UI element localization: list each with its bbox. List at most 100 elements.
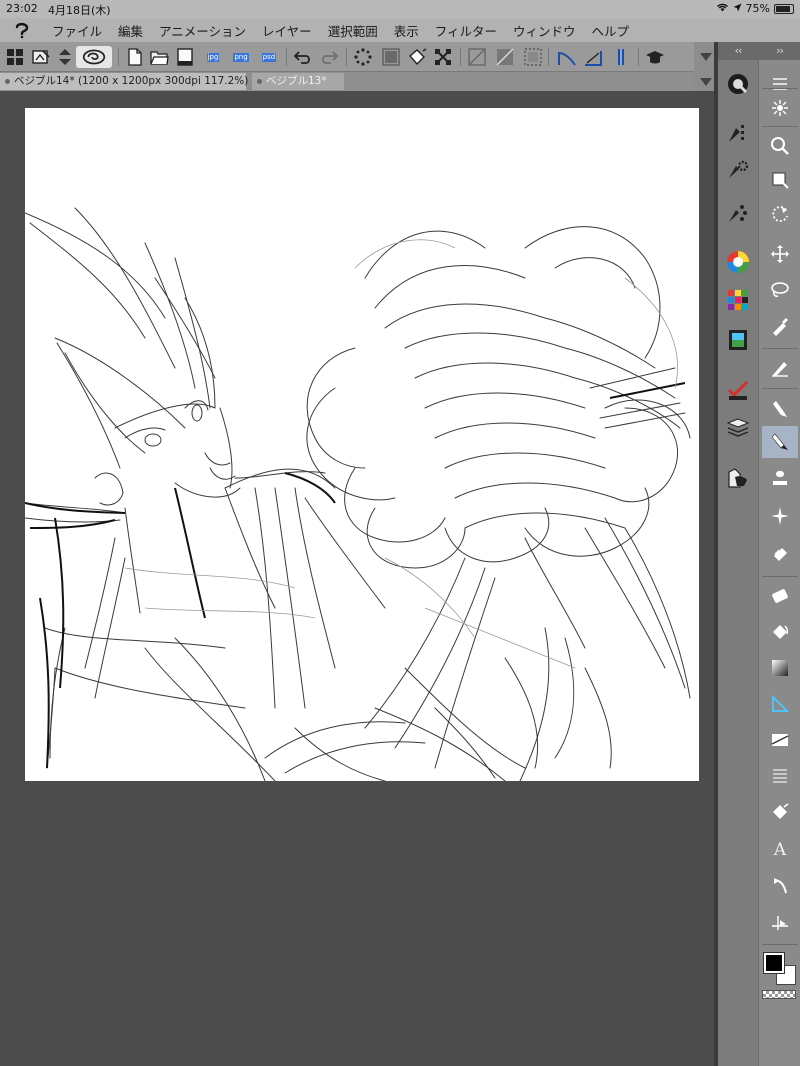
menu-file[interactable]: ファイル [44,21,110,40]
tab-modified-dot [5,79,10,84]
tutorial-icon[interactable] [644,46,666,68]
open-folder-icon[interactable] [148,46,170,68]
tool-fill-icon[interactable] [762,616,798,648]
tool-text-icon[interactable]: A [762,834,798,866]
text-tool-glyph: A [773,840,787,860]
menu-animation[interactable]: アニメーション [151,21,254,40]
layers-icon[interactable] [724,414,752,442]
status-right: 75% [716,2,794,15]
tool-correct-line-icon[interactable] [762,906,798,938]
material-icon[interactable] [724,464,752,492]
export-jpg-label: jpg [206,52,220,62]
menu-selection[interactable]: 選択範囲 [320,21,386,40]
tool-ruler-icon[interactable] [762,760,798,792]
menu-edit[interactable]: 編集 [110,21,151,40]
transform-icon[interactable] [432,46,454,68]
transparent-color-swatch[interactable] [762,990,796,999]
layer-property-icon[interactable] [724,376,752,404]
menu-filter[interactable]: フィルター [427,21,505,40]
tool-eyedropper-icon[interactable] [762,310,798,342]
export-psd-icon[interactable]: psd [258,46,280,68]
tool-brush-icon[interactable] [762,426,798,458]
tool-property-icon[interactable] [724,156,752,184]
tool-zoom-icon[interactable] [762,92,798,124]
symmetry-ruler-icon[interactable] [610,46,632,68]
wifi-icon [716,2,729,15]
app-logo-icon[interactable] [0,18,44,42]
animation-timeline-icon[interactable] [724,326,752,354]
separator [762,126,798,127]
tab-label: ベジブル14* (1200 x 1200px 300dpi 117.2%) [14,75,249,87]
tool-move-layer-icon[interactable] [762,238,798,270]
scroll-updown-icon[interactable] [54,46,76,68]
new-file-icon[interactable] [124,46,146,68]
fill-bucket-icon[interactable] [406,46,428,68]
chevron-down-icon [700,77,712,86]
brush-size-icon[interactable] [724,200,752,228]
sub-tool-icon[interactable] [724,120,752,148]
tool-pencil-icon[interactable] [762,392,798,424]
tool-pen-icon[interactable] [762,352,798,384]
collapse-left-button[interactable]: ‹‹ [718,42,758,60]
menu-view[interactable]: 表示 [386,21,427,40]
tab-label: ベジブル13* [266,75,327,87]
menu-help[interactable]: ヘルプ [584,21,638,40]
separator [762,348,798,349]
tab-modified-dot [257,79,262,84]
selection-border-icon[interactable] [522,46,544,68]
tool-airbrush-icon[interactable] [762,462,798,494]
battery-fill [776,5,790,12]
tab-canvas-active[interactable]: ベジブル14* (1200 x 1200px 300dpi 117.2%) [0,73,249,90]
quick-access-button[interactable] [76,46,112,68]
export-png-label: png [233,52,249,62]
command-toolbar: jpg png psd [0,42,718,72]
image-import-icon[interactable] [30,46,52,68]
tool-figure-icon[interactable] [762,688,798,720]
separator [460,48,461,66]
tool-decoration-icon[interactable] [762,500,798,532]
main-color-swatch[interactable] [763,952,785,974]
color-wheel-icon[interactable] [724,248,752,276]
separator [638,48,639,66]
tool-magnifier-icon[interactable] [762,130,798,162]
drawing-canvas[interactable] [24,108,699,782]
ruler-curve-icon[interactable] [556,46,578,68]
tool-gradient-icon[interactable] [762,652,798,684]
hide-outside-selection-icon[interactable] [466,46,488,68]
export-png-icon[interactable]: png [230,46,252,68]
export-psd-label: psd [261,52,277,62]
status-date: 4月18日(木) [48,4,111,17]
separator [762,944,798,945]
tool-frame-border-icon[interactable] [762,724,798,756]
undo-icon[interactable] [292,46,314,68]
status-time: 23:02 [6,2,38,15]
separator [286,48,287,66]
separator [346,48,347,66]
canvas-work-area[interactable] [0,91,718,1066]
menu-layer[interactable]: レイヤー [254,21,320,40]
battery-icon [774,3,794,14]
crop-icon[interactable] [380,46,402,68]
tab-canvas-inactive[interactable]: ベジブル13* [252,73,344,90]
menu-window[interactable]: ウィンドウ [505,21,584,40]
tool-blend-icon[interactable] [762,580,798,612]
separator [762,88,798,89]
export-jpg-icon[interactable]: jpg [202,46,224,68]
tool-operation-icon[interactable] [762,164,798,196]
tool-rotate-icon[interactable] [762,198,798,230]
tool-eraser-icon[interactable] [762,536,798,568]
status-bar: 23:02 4月18日(木) 75% [0,0,800,18]
redo-icon[interactable] [318,46,340,68]
color-set-icon[interactable] [724,286,752,314]
grid-icon[interactable] [4,46,26,68]
quick-access-icon[interactable] [724,70,752,98]
fill-selection-icon[interactable] [494,46,516,68]
battery-percent: 75% [745,2,770,15]
clear-selection-icon[interactable] [352,46,374,68]
collapse-right-button[interactable]: ›› [759,42,800,60]
tool-balloon-tail-icon[interactable] [762,870,798,902]
tool-balloon-icon[interactable] [762,796,798,828]
perspective-ruler-icon[interactable] [582,46,604,68]
save-icon[interactable] [174,46,196,68]
tool-lasso-icon[interactable] [762,274,798,306]
